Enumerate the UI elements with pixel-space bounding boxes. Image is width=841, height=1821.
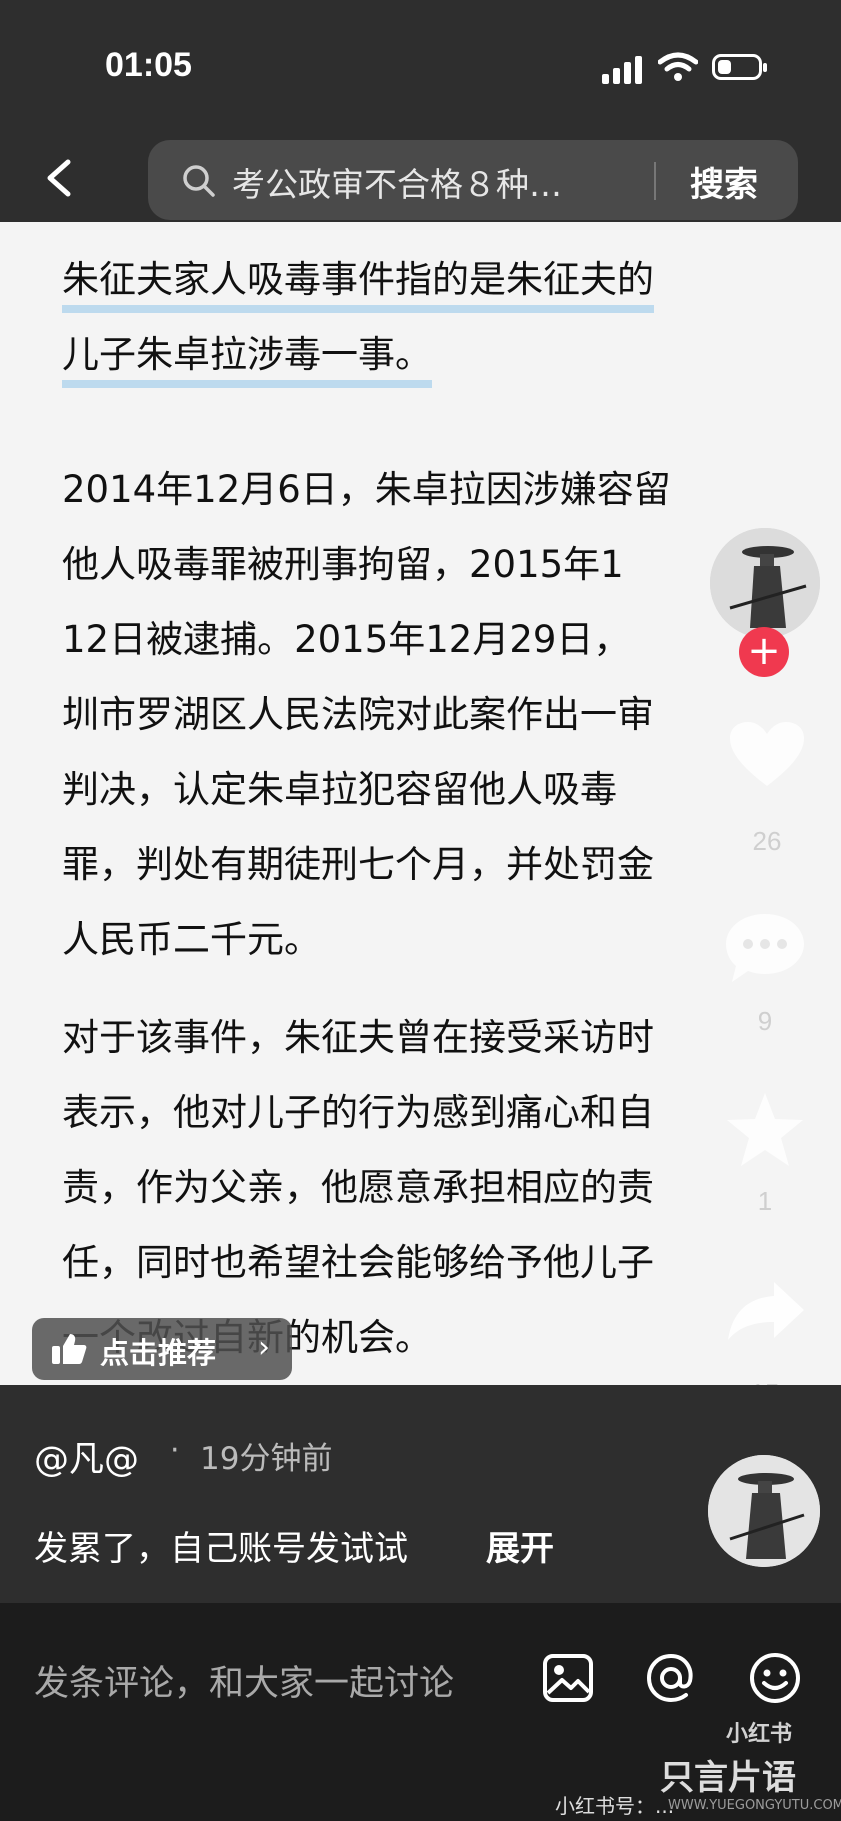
comment-input[interactable]: 发条评论，和大家一起讨论	[34, 1655, 454, 1706]
favorite-count: 1	[757, 1186, 773, 1216]
note-line: 任，同时也希望社会能够给予他儿子	[62, 1241, 654, 1284]
note-line: 人民币二千元。	[62, 918, 321, 961]
note-line: 判决，认定朱卓拉犯容留他人吸毒	[62, 768, 617, 811]
note-line: 对于该事件，朱征夫曾在接受采访时	[62, 1016, 654, 1059]
wifi-icon	[658, 52, 698, 81]
watermark-account: 小红书号：...	[555, 1794, 675, 1818]
watermark-badge: 小红书	[726, 1722, 793, 1747]
chevron-right-icon: ›	[258, 1330, 270, 1365]
search-bar[interactable]: 考公政审不合格８种… 搜索	[148, 140, 798, 220]
note-line: 圳市罗湖区人民法院对此案作出一审	[62, 693, 654, 736]
note-content[interactable]: 朱征夫家人吸毒事件指的是朱征夫的 儿子朱卓拉涉毒一事。 2014年12月6日，朱…	[0, 222, 841, 1385]
note-line: 他人吸毒罪被刑事拘留，2015年1	[62, 543, 624, 586]
swordsman-figure-icon	[710, 528, 820, 638]
thumbs-up-icon	[52, 1334, 87, 1364]
note-paragraph-2: 2014年12月6日，朱卓拉因涉嫌容留 他人吸毒罪被刑事拘留，2015年1 12…	[62, 452, 762, 977]
signal-icon	[602, 54, 644, 84]
note-line: 责，作为父亲，他愿意承担相应的责	[62, 1166, 654, 1209]
star-icon[interactable]	[724, 1090, 806, 1170]
author-name[interactable]: @凡@	[34, 1431, 139, 1482]
follow-plus-button[interactable]: +	[739, 627, 789, 677]
author-avatar[interactable]	[708, 1455, 820, 1567]
expand-link[interactable]: 展开	[486, 1521, 554, 1570]
search-query[interactable]: 考公政审不合格８种…	[232, 158, 562, 206]
search-header: 考公政审不合格８种… 搜索	[0, 130, 841, 222]
status-time: 01:05	[105, 46, 192, 84]
search-button[interactable]: 搜索	[690, 157, 758, 206]
search-divider	[654, 162, 656, 200]
at-icon[interactable]	[644, 1651, 698, 1705]
note-line: 2014年12月6日，朱卓拉因涉嫌容留	[62, 468, 671, 511]
comment-count: 9	[757, 1006, 773, 1036]
swordsman-figure-icon	[708, 1455, 820, 1567]
heart-icon[interactable]	[728, 720, 806, 790]
back-arrow-icon[interactable]	[40, 158, 80, 198]
status-bar: 01:05	[0, 0, 841, 130]
note-line: 表示，他对儿子的行为感到痛心和自	[62, 1091, 654, 1134]
note-line: 12日被逮捕。2015年12月29日，	[62, 618, 631, 661]
recommend-button[interactable]: 点击推荐 ›	[32, 1318, 292, 1380]
note-line: 罪，判处有期徒刑七个月，并处罚金	[62, 843, 654, 886]
share-arrow-icon[interactable]	[724, 1278, 808, 1344]
recommend-label: 点击推荐	[100, 1336, 217, 1370]
note-line: 儿子朱卓拉涉毒一事。	[62, 330, 432, 388]
like-count: 26	[752, 826, 782, 856]
author-avatar-side[interactable]	[710, 528, 820, 638]
note-line: 朱征夫家人吸毒事件指的是朱征夫的	[62, 255, 654, 313]
watermark-big: 只言片语	[660, 1758, 796, 1798]
comment-bubble-icon[interactable]	[722, 910, 808, 986]
post-time: 19分钟前	[200, 1441, 333, 1477]
search-icon	[183, 165, 215, 197]
emoji-icon[interactable]	[748, 1651, 802, 1705]
image-icon[interactable]	[542, 1653, 594, 1703]
post-info: @凡@ · 19分钟前 发累了，自己账号发试试 展开	[0, 1385, 841, 1603]
battery-icon	[712, 54, 767, 80]
watermark-site: WWW.YUEGONGYUTU.COM	[668, 1798, 841, 1813]
post-description: 发累了，自己账号发试试	[34, 1529, 408, 1569]
note-paragraph-1: 朱征夫家人吸毒事件指的是朱征夫的 儿子朱卓拉涉毒一事。	[62, 242, 762, 392]
separator-dot: ·	[170, 1433, 180, 1468]
